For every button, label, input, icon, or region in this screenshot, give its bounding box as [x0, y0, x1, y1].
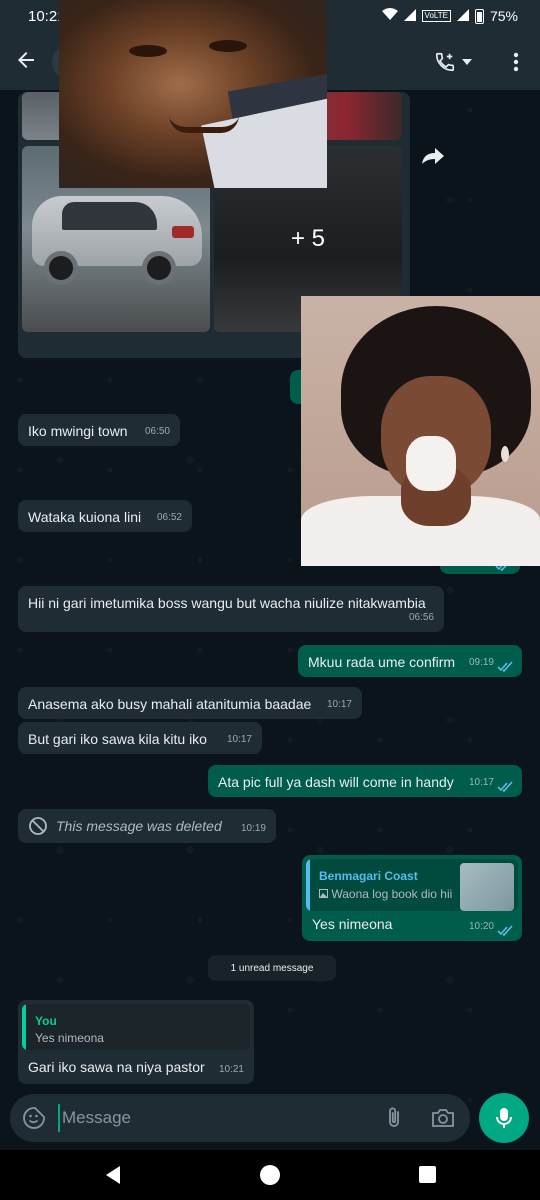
- unread-messages-divider: 1 unread message: [208, 955, 336, 981]
- car-wheel-shape: [142, 251, 176, 285]
- double-check-icon: [497, 661, 513, 672]
- meme-image-crying-woman: [301, 296, 540, 566]
- nav-back-icon[interactable]: [102, 1164, 124, 1186]
- car-wheel-shape: [44, 251, 78, 285]
- arrow-left-icon: [18, 52, 34, 68]
- message-time: 06:56: [408, 612, 434, 623]
- wifi-icon: [381, 8, 398, 24]
- quote-text: Waona log book dio hii: [319, 885, 452, 903]
- message-text: Anasema ako busy mahali atanitumia baada…: [28, 696, 312, 712]
- car-taillight-shape: [172, 226, 194, 238]
- message-text: Mkuu rada ume confirm: [308, 654, 456, 670]
- camera-icon: [432, 1109, 454, 1127]
- earring-shape: [501, 446, 509, 462]
- message-time: 06:50: [144, 426, 170, 437]
- message-text: This message was deleted: [56, 818, 222, 834]
- quote-thumbnail: [460, 863, 514, 911]
- car-window-shape: [62, 202, 157, 230]
- quote-text-label: Waona log book dio hii: [331, 887, 453, 901]
- deleted-message[interactable]: This message was deleted 10:19: [18, 809, 276, 843]
- message-text: Iko mwingi town: [28, 423, 128, 439]
- message-input[interactable]: [58, 1104, 358, 1132]
- mouth-shape: [169, 115, 239, 133]
- quote-bar: [306, 859, 310, 911]
- chevron-down-icon: [462, 59, 472, 65]
- outgoing-message[interactable]: Mkuu rada ume confirm 09:19: [298, 645, 522, 677]
- message-time: 06:52: [156, 512, 182, 523]
- message-text: Yes nimeona: [312, 916, 393, 932]
- back-button[interactable]: [14, 48, 42, 76]
- volte-icon: VoLTE: [421, 10, 451, 22]
- outgoing-reply-message[interactable]: Benmagari Coast Waona log book dio hii Y…: [302, 855, 522, 941]
- quoted-message[interactable]: You Yes nimeona: [22, 1004, 250, 1050]
- quote-text: Yes nimeona: [35, 1031, 104, 1045]
- message-time: 10:17: [326, 699, 352, 710]
- system-navigation-bar: [0, 1150, 540, 1200]
- quote-author: You: [35, 1014, 57, 1028]
- paperclip-icon: [389, 1107, 399, 1127]
- message-time: 10:20: [468, 921, 494, 932]
- photo-icon: [319, 889, 328, 898]
- meme-image-smiling-man: [59, 0, 327, 188]
- incoming-reply-message[interactable]: You Yes nimeona Gari iko sawa na niya pa…: [18, 1000, 254, 1084]
- quoted-message[interactable]: Benmagari Coast Waona log book dio hii: [306, 859, 518, 911]
- message-time: 10:17: [226, 734, 252, 745]
- signal-2-icon: [456, 8, 469, 24]
- message-text: Wataka kuiona lini: [28, 509, 142, 525]
- tissue-shape: [406, 436, 456, 491]
- message-text: Hii ni gari imetumika boss wangu but wac…: [28, 595, 426, 611]
- eye-shape: [209, 40, 247, 52]
- phone-plus-icon: [435, 52, 455, 72]
- nav-recents-icon[interactable]: [419, 1166, 436, 1183]
- forward-button[interactable]: [415, 138, 451, 174]
- attach-button[interactable]: [382, 1106, 406, 1130]
- emoji-button[interactable]: [22, 1106, 46, 1130]
- outgoing-message[interactable]: Ata pic full ya dash will come in handy …: [208, 765, 522, 797]
- message-composer: [10, 1094, 470, 1142]
- message-text: Ata pic full ya dash will come in handy: [218, 774, 454, 790]
- nav-home-icon[interactable]: [260, 1165, 280, 1185]
- quote-author: Benmagari Coast: [319, 869, 418, 883]
- signal-icon: [403, 8, 416, 24]
- message-time: 10:19: [240, 823, 266, 834]
- message-text: But gari iko sawa kila kitu iko: [28, 731, 207, 747]
- incoming-message[interactable]: But gari iko sawa kila kitu iko 10:17: [18, 722, 262, 754]
- quote-bar: [22, 1004, 26, 1050]
- incoming-message[interactable]: Iko mwingi town 06:50: [18, 414, 180, 446]
- battery-level: 75%: [489, 8, 518, 24]
- call-button[interactable]: [434, 50, 474, 74]
- more-vertical-icon: [513, 52, 519, 72]
- forward-icon: [422, 148, 444, 164]
- incoming-message[interactable]: Wataka kuiona lini 06:52: [18, 500, 192, 532]
- incoming-message[interactable]: Hii ni gari imetumika boss wangu but wac…: [18, 586, 444, 632]
- overflow-menu-button[interactable]: [506, 50, 526, 74]
- double-check-icon: [497, 781, 513, 792]
- sticker-emoji-icon: [23, 1107, 45, 1129]
- camera-button[interactable]: [430, 1106, 456, 1130]
- message-text: Gari iko sawa na niya pastor: [28, 1059, 205, 1075]
- message-time: 09:19: [468, 657, 494, 668]
- double-check-icon: [497, 925, 513, 936]
- microphone-icon: [496, 1108, 512, 1128]
- battery-icon: [474, 8, 484, 24]
- status-icons: VoLTE 75%: [381, 8, 518, 24]
- incoming-message[interactable]: Anasema ako busy mahali atanitumia baada…: [18, 687, 362, 719]
- eye-shape: [129, 45, 167, 57]
- blocked-icon: [29, 817, 47, 835]
- message-time: 10:17: [468, 777, 494, 788]
- voice-message-button[interactable]: [479, 1093, 529, 1143]
- message-time: 10:21: [218, 1064, 244, 1075]
